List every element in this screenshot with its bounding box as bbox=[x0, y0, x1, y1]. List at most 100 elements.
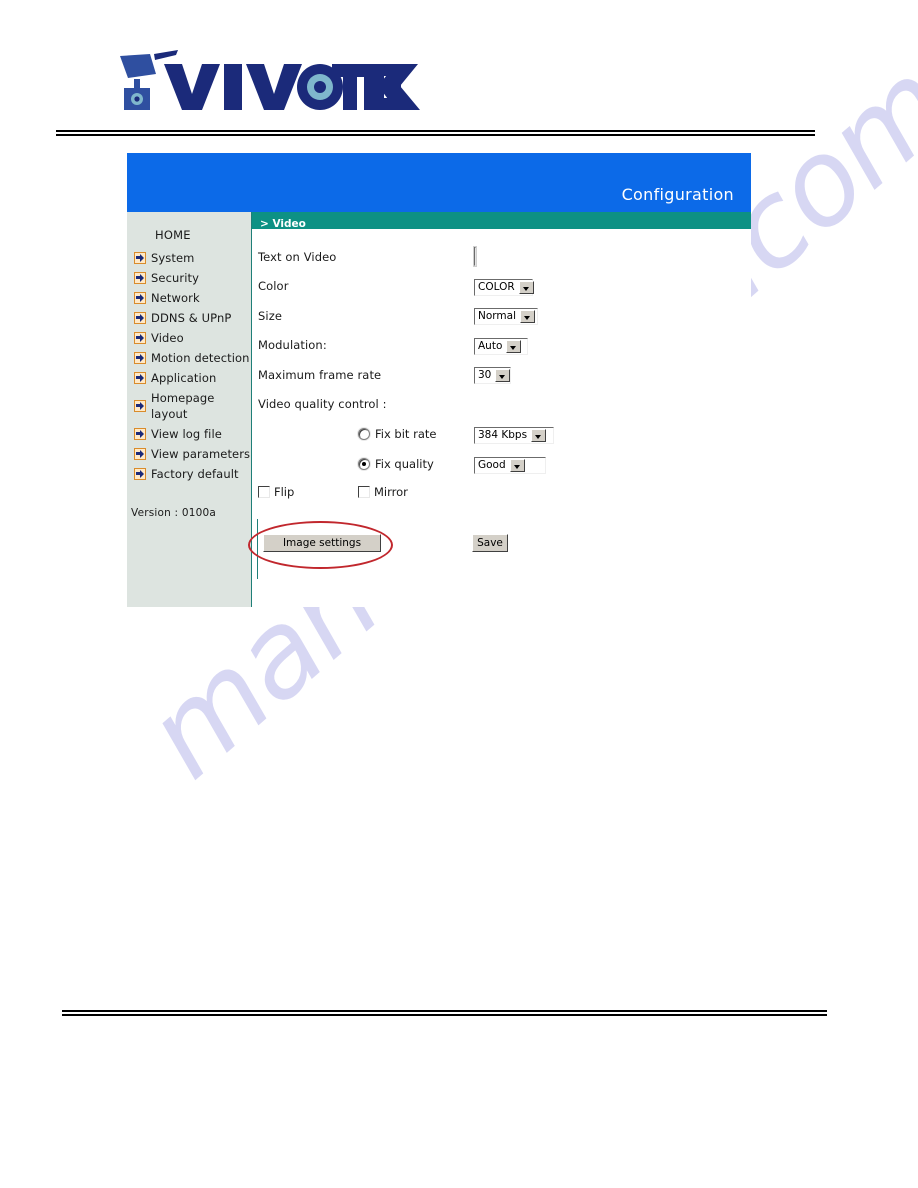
sidebar-item-security[interactable]: Security bbox=[127, 268, 251, 288]
arrow-right-icon bbox=[134, 332, 146, 344]
fix-bit-rate-radio[interactable] bbox=[358, 428, 370, 440]
flip-checkbox[interactable] bbox=[258, 486, 270, 498]
fix-bit-rate-option[interactable]: Fix bit rate bbox=[358, 427, 468, 441]
size-select[interactable]: Normal bbox=[474, 308, 538, 326]
panel-body: HOME System Security Network DDNS & UPnP… bbox=[127, 212, 751, 607]
sidebar-item-view-parameters[interactable]: View parameters bbox=[127, 444, 251, 464]
chevron-down-icon[interactable] bbox=[520, 310, 535, 324]
sidebar-item-label: Homepage layout bbox=[151, 391, 215, 421]
top-horizontal-rule bbox=[56, 130, 815, 136]
arrow-right-icon bbox=[134, 292, 146, 304]
max-frame-rate-control: 30 bbox=[474, 365, 511, 385]
arrow-right-icon bbox=[134, 372, 146, 384]
size-label: Size bbox=[258, 308, 283, 323]
color-select-value: COLOR bbox=[478, 280, 515, 293]
quality-select[interactable]: Good bbox=[474, 456, 546, 474]
color-control: COLOR bbox=[474, 277, 534, 296]
sidebar-item-label: DDNS & UPnP bbox=[151, 311, 232, 325]
form-row-modulation: Modulation: Auto bbox=[258, 331, 751, 361]
arrow-right-icon bbox=[134, 448, 146, 460]
sidebar-item-label: View parameters bbox=[151, 447, 251, 461]
form-action-row: Image settings Save bbox=[248, 519, 751, 579]
bit-rate-select[interactable]: 384 Kbps bbox=[474, 426, 554, 444]
sidebar-item-label: Motion detection bbox=[151, 351, 250, 365]
form-row-flip-mirror: Flip Mirror bbox=[258, 479, 751, 505]
flip-label: Flip bbox=[274, 485, 295, 499]
arrow-right-icon bbox=[134, 352, 146, 364]
content-area: > Video Text on Video Color COLOR Size N… bbox=[248, 212, 751, 607]
save-button[interactable]: Save bbox=[472, 534, 508, 552]
mirror-option[interactable]: Mirror bbox=[358, 485, 408, 499]
form-row-fix-quality: Fix quality Good bbox=[258, 449, 751, 479]
sidebar-item-label: Security bbox=[151, 271, 200, 285]
configuration-panel: Configuration HOME System Security Netwo… bbox=[127, 153, 751, 607]
arrow-right-icon bbox=[134, 272, 146, 284]
sidebar-item-ddns-upnp[interactable]: DDNS & UPnP bbox=[127, 308, 251, 328]
arrow-right-icon bbox=[134, 312, 146, 324]
sidebar-item-system[interactable]: System bbox=[127, 248, 251, 268]
video-quality-control-label: Video quality control : bbox=[258, 397, 387, 412]
panel-header-bar: Configuration bbox=[127, 153, 751, 212]
size-select-value: Normal bbox=[478, 310, 516, 323]
sidebar-item-label: View log file bbox=[151, 427, 222, 441]
max-frame-rate-label: Maximum frame rate bbox=[258, 367, 382, 382]
text-on-video-input[interactable] bbox=[474, 246, 476, 266]
modulation-select[interactable]: Auto bbox=[474, 337, 528, 355]
chevron-down-icon[interactable] bbox=[531, 428, 547, 442]
chevron-down-icon[interactable] bbox=[518, 280, 534, 294]
firmware-version-label: Version : 0100a bbox=[131, 507, 216, 519]
form-row-text-on-video: Text on Video bbox=[258, 242, 751, 272]
form-row-max-frame-rate: Maximum frame rate 30 bbox=[258, 360, 751, 390]
section-header-bar: > Video bbox=[252, 212, 751, 230]
sidebar-item-motion-detection[interactable]: Motion detection bbox=[127, 348, 251, 368]
sidebar-item-home[interactable]: HOME bbox=[127, 227, 251, 248]
sidebar-item-network[interactable]: Network bbox=[127, 288, 251, 308]
sidebar-item-label: Application bbox=[151, 371, 217, 385]
sidebar-item-homepage-layout[interactable]: Homepage layout bbox=[127, 388, 251, 424]
mirror-checkbox[interactable] bbox=[358, 486, 370, 498]
chevron-down-icon[interactable] bbox=[495, 369, 511, 383]
flip-option[interactable]: Flip bbox=[258, 485, 358, 499]
fix-quality-label: Fix quality bbox=[375, 457, 434, 471]
chevron-down-icon[interactable] bbox=[509, 458, 525, 472]
fix-quality-option[interactable]: Fix quality bbox=[358, 457, 468, 471]
modulation-label: Modulation: bbox=[258, 338, 327, 353]
modulation-select-value: Auto bbox=[478, 339, 503, 352]
sidebar-item-label: Network bbox=[151, 291, 200, 305]
sidebar-item-view-log-file[interactable]: View log file bbox=[127, 424, 251, 444]
video-settings-form: Text on Video Color COLOR Size Normal Mo… bbox=[248, 229, 751, 579]
sidebar-navigation: HOME System Security Network DDNS & UPnP… bbox=[127, 212, 252, 607]
fix-bit-rate-control: 384 Kbps bbox=[474, 425, 554, 444]
text-on-video-label: Text on Video bbox=[258, 249, 337, 264]
bottom-horizontal-rule bbox=[62, 1010, 827, 1016]
max-frame-rate-select[interactable]: 30 bbox=[474, 367, 511, 385]
sidebar-item-video[interactable]: Video bbox=[127, 328, 251, 348]
size-control: Normal bbox=[474, 306, 538, 326]
fix-quality-control: Good bbox=[474, 455, 546, 474]
form-row-video-quality-control: Video quality control : bbox=[258, 390, 751, 420]
modulation-control: Auto bbox=[474, 336, 528, 355]
mirror-label: Mirror bbox=[374, 485, 408, 499]
text-on-video-control bbox=[474, 246, 476, 266]
color-select[interactable]: COLOR bbox=[474, 278, 534, 296]
image-settings-button[interactable]: Image settings bbox=[263, 534, 381, 552]
sidebar-divider-extension bbox=[257, 519, 258, 579]
form-row-fix-bit-rate: Fix bit rate 384 Kbps bbox=[258, 419, 751, 449]
form-row-color: Color COLOR bbox=[258, 272, 751, 302]
arrow-right-icon bbox=[134, 400, 146, 412]
arrow-right-icon bbox=[134, 468, 146, 480]
bit-rate-select-value: 384 Kbps bbox=[478, 428, 528, 441]
page-title: Configuration bbox=[621, 185, 734, 204]
form-row-size: Size Normal bbox=[258, 301, 751, 331]
logo-camera-mark bbox=[120, 50, 178, 110]
vivotek-logo bbox=[112, 48, 442, 118]
image-settings-button-wrapper: Image settings bbox=[263, 533, 381, 552]
sidebar-item-label: Video bbox=[151, 331, 184, 345]
fix-quality-radio[interactable] bbox=[358, 458, 370, 470]
sidebar-item-factory-default[interactable]: Factory default bbox=[127, 464, 251, 484]
fix-bit-rate-label: Fix bit rate bbox=[375, 427, 437, 441]
quality-select-value: Good bbox=[478, 458, 506, 471]
arrow-right-icon bbox=[134, 252, 146, 264]
sidebar-item-application[interactable]: Application bbox=[127, 368, 251, 388]
chevron-down-icon[interactable] bbox=[506, 339, 522, 353]
